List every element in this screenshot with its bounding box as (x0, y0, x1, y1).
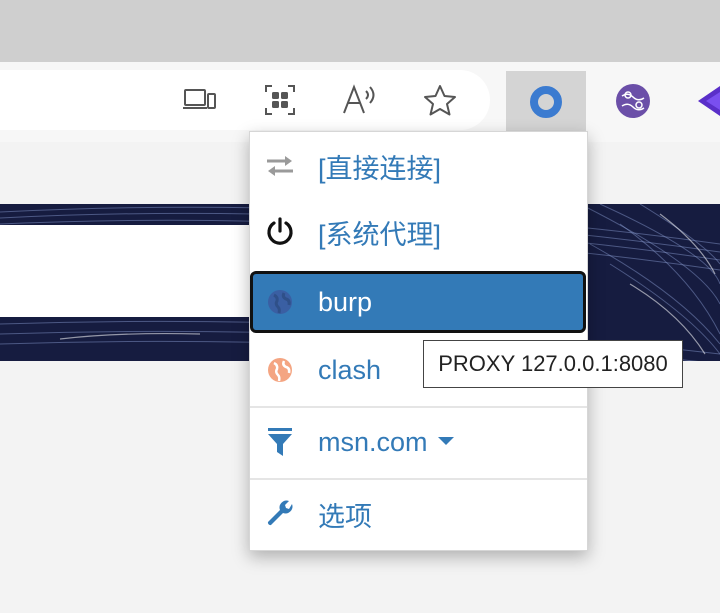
read-aloud-icon[interactable] (340, 80, 380, 120)
proxy-tooltip: PROXY 127.0.0.1:8080 (423, 340, 683, 388)
menu-item-label: burp (318, 286, 373, 317)
menu-item-system-proxy[interactable]: [系统代理] (250, 202, 587, 262)
menu-item-options[interactable]: 选项 (250, 484, 587, 544)
banner-content-panel (0, 225, 252, 317)
menu-item-label: [系统代理] (318, 219, 442, 250)
browser-tabstrip (0, 0, 720, 62)
address-bar[interactable] (0, 70, 490, 130)
favorite-star-icon[interactable] (420, 80, 460, 120)
chevron-down-icon[interactable] (437, 437, 454, 446)
menu-item-label: [直接连接] (318, 153, 442, 184)
power-icon (264, 216, 296, 248)
travel-map-extension-icon[interactable] (613, 81, 653, 121)
menu-divider (250, 478, 587, 480)
menu-divider (250, 406, 587, 408)
apps-grid-icon[interactable] (260, 80, 300, 120)
globe-icon (264, 354, 296, 386)
switchyomega-extension-icon (530, 86, 562, 118)
menu-item-burp[interactable]: burp (250, 271, 586, 333)
filter-icon (264, 426, 296, 458)
purple-extension-icon[interactable] (694, 81, 720, 121)
switchyomega-extension-button[interactable] (506, 71, 586, 131)
menu-item-label: clash (318, 354, 382, 385)
menu-item-label: 选项 (318, 501, 372, 532)
menu-item-label: msn.com (318, 427, 454, 458)
devices-icon[interactable] (180, 80, 220, 120)
wrench-icon (264, 498, 296, 530)
menu-item-direct[interactable]: [直接连接] (250, 136, 587, 196)
globe-icon (264, 286, 296, 318)
menu-item-msn-rule[interactable]: msn.com (250, 412, 587, 472)
swap-arrows-icon (264, 150, 296, 182)
